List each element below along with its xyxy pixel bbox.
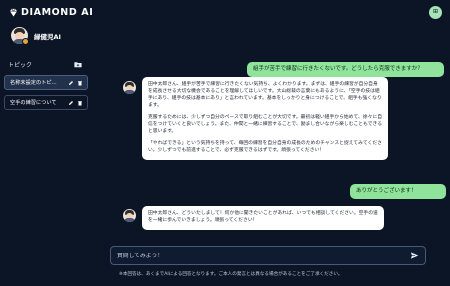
chat-area: 組手が苦手で練習に行きたくないです。どうしたら克服できますか？ 田中太郎さん、組…	[93, 24, 450, 286]
profile-avatar-wrap	[11, 27, 29, 45]
message-paragraph: 「やればできる」という気持ちを持って、毎回の練習を自分自身の成長のためのチャンス…	[148, 140, 382, 153]
folder-plus-icon[interactable]	[74, 61, 82, 68]
message-paragraph: 田中太郎さん、どういたしまして！何か他に聞きたいことがあれば、いつでも相談してく…	[148, 211, 378, 223]
topic-title: トピック	[8, 62, 33, 69]
send-icon[interactable]	[410, 251, 419, 260]
message-paragraph: 克服するためには、少しずつ自分のペースで取り組むことが大切です。最初は軽い組手か…	[148, 114, 382, 134]
sidebar-item-karate-practice[interactable]: 空手の練習について	[4, 95, 88, 110]
profile: 緑健児AI	[11, 27, 61, 45]
edit-icon[interactable]	[68, 80, 74, 86]
diamond-icon	[9, 8, 18, 17]
logo-text: DIAMOND AI	[21, 6, 94, 18]
top-bar: DIAMOND AI ⊞	[0, 0, 450, 24]
ai-message: 田中太郎さん、組手が苦手で練習に行きたくない気持ち、よくわかります。まずは、組手…	[142, 77, 388, 160]
sidebar: 緑健児AI トピック 名称未設定のトピ… 空手の練習について	[0, 24, 93, 286]
trash-icon[interactable]	[77, 80, 83, 86]
chat-input-bar	[110, 246, 426, 265]
ai-avatar	[123, 209, 136, 222]
chat-input[interactable]	[117, 252, 410, 259]
user-message: ありがとうございます！	[350, 184, 446, 200]
edit-icon[interactable]	[68, 100, 74, 106]
topic-label: 空手の練習について	[10, 100, 57, 106]
message-paragraph: 田中太郎さん、組手が苦手で練習に行きたくない気持ち、よくわかります。まずは、組手…	[148, 82, 382, 108]
topic-header: トピック	[8, 60, 82, 69]
menu-button[interactable]: ⊞	[429, 5, 442, 19]
topic-label: 名称未設定のトピ…	[10, 80, 57, 86]
message-text: ありがとうございます！	[356, 188, 417, 194]
message-text: 組手が苦手で練習に行きたくないです。どうしたら克服できますか？	[253, 66, 423, 72]
sidebar-item-untitled-topic[interactable]: 名称未設定のトピ…	[4, 75, 88, 90]
disclaimer-text: ※本回答は、あくまでAIによる回答となります。ご本人の発言とは異なる場合があるこ…	[119, 272, 343, 277]
trash-icon[interactable]	[77, 100, 83, 106]
status-badge	[22, 38, 29, 45]
ai-message: 田中太郎さん、どういたしまして！何か他に聞きたいことがあれば、いつでも相談してく…	[142, 206, 384, 230]
profile-name: 緑健児AI	[34, 32, 61, 41]
logo[interactable]: DIAMOND AI	[9, 7, 93, 18]
ai-avatar	[123, 81, 136, 94]
grid-icon: ⊞	[432, 8, 439, 15]
user-message: 組手が苦手で練習に行きたくないです。どうしたら克服できますか？	[247, 62, 444, 78]
